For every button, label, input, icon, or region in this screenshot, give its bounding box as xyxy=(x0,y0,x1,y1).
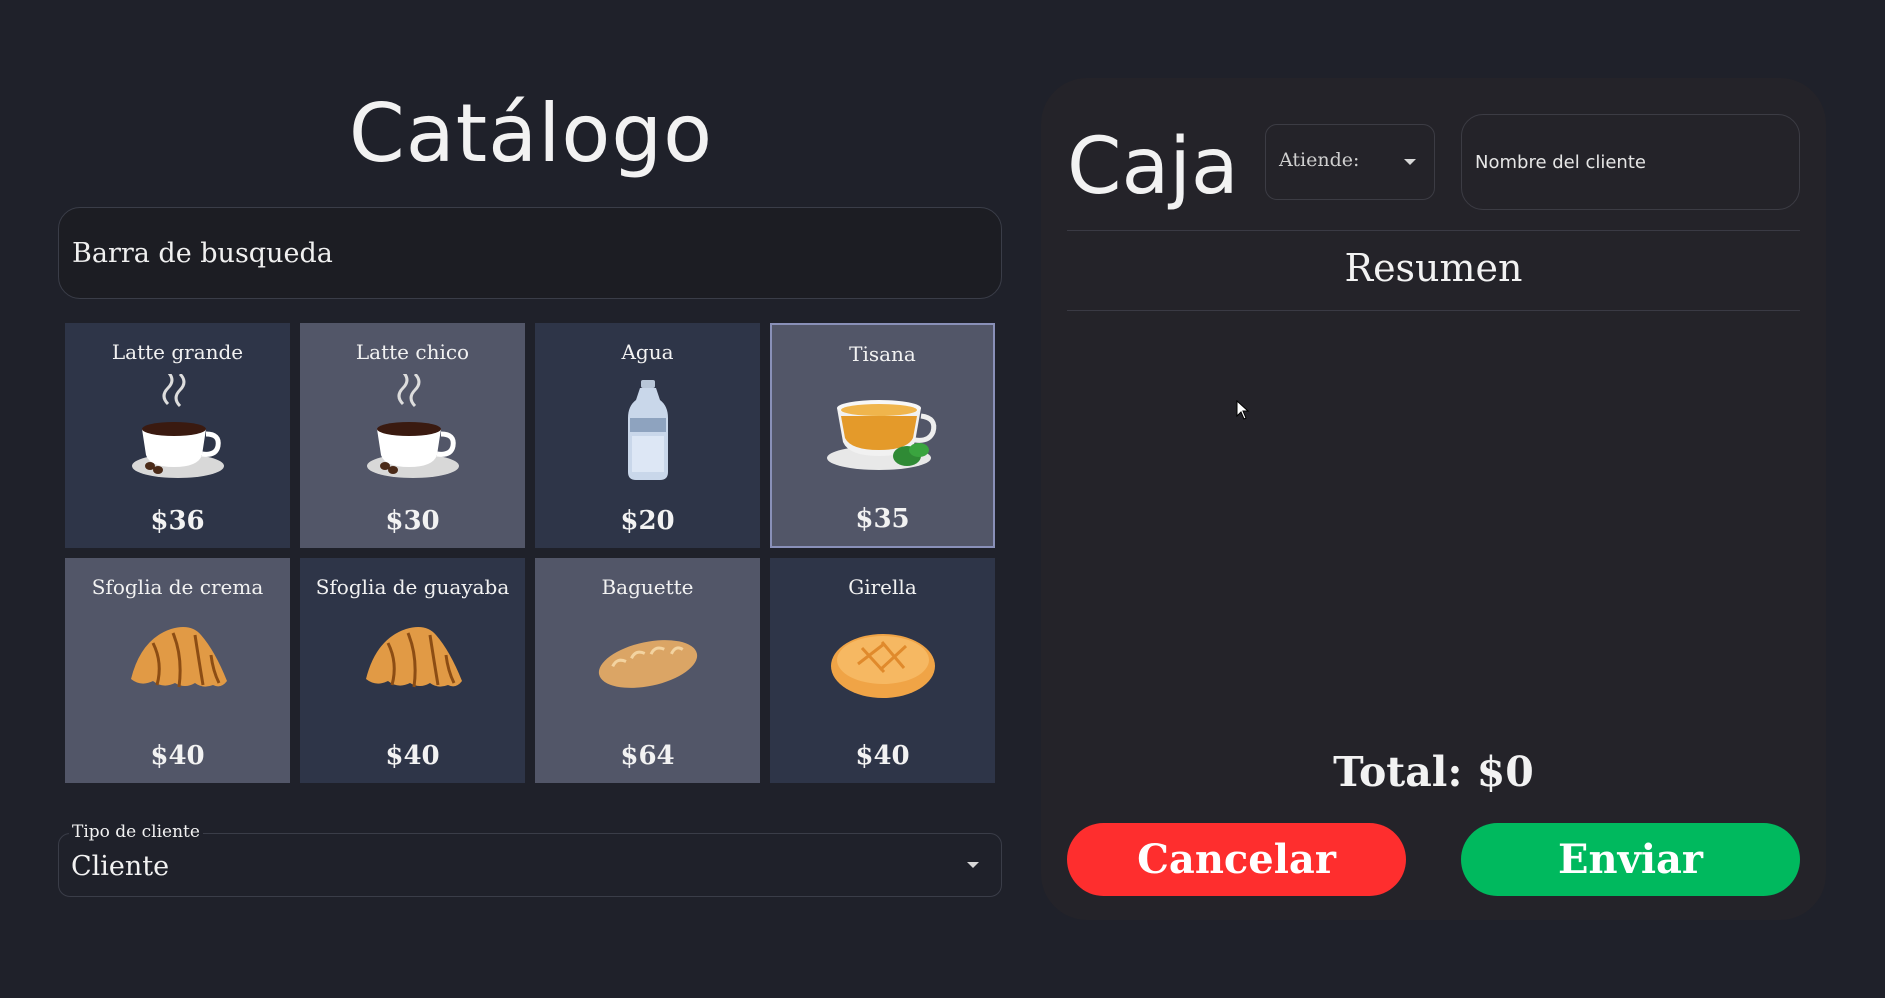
product-name: Agua xyxy=(621,340,674,364)
cashier-title: Caja xyxy=(1067,122,1239,212)
product-card-latte-grande[interactable]: Latte grande $36 xyxy=(65,323,290,548)
attendant-label: Atiende: xyxy=(1279,149,1360,171)
croissant-icon xyxy=(348,604,478,724)
coffee-cup-icon xyxy=(348,369,478,489)
product-name: Sfoglia de crema xyxy=(91,575,264,599)
client-type-select[interactable]: Tipo de cliente Cliente xyxy=(58,822,1002,897)
catalog-title: Catálogo xyxy=(348,87,714,180)
croissant-icon xyxy=(113,604,243,724)
send-button[interactable]: Enviar xyxy=(1461,823,1800,896)
bread-roll-icon xyxy=(818,604,948,724)
product-card-girella[interactable]: Girella $40 xyxy=(770,558,995,783)
chevron-down-icon xyxy=(967,862,979,868)
product-name: Tisana xyxy=(849,342,916,366)
cancel-button[interactable]: Cancelar xyxy=(1067,823,1406,896)
product-price: $64 xyxy=(620,741,675,771)
product-price: $40 xyxy=(855,741,910,771)
client-type-value: Cliente xyxy=(71,851,170,882)
product-name: Girella xyxy=(848,575,917,599)
divider xyxy=(1067,230,1800,231)
summary-title: Resumen xyxy=(1344,246,1523,290)
order-total: Total: $0 xyxy=(1333,748,1534,796)
mouse-cursor-icon xyxy=(1236,399,1250,424)
order-summary-list xyxy=(1067,311,1800,731)
product-card-sfoglia-de-guayaba[interactable]: Sfoglia de guayaba $40 xyxy=(300,558,525,783)
chevron-down-icon xyxy=(1404,159,1416,165)
product-name: Latte grande xyxy=(111,340,244,364)
product-price: $40 xyxy=(150,741,205,771)
product-card-tisana[interactable]: Tisana $35 xyxy=(770,323,995,548)
product-grid: Latte grande $36 Latte chico $30 Agua $2… xyxy=(65,323,997,783)
product-name: Baguette xyxy=(601,575,694,599)
coffee-cup-icon xyxy=(113,369,243,489)
product-price: $20 xyxy=(620,506,675,536)
product-price: $36 xyxy=(150,506,205,536)
product-price: $35 xyxy=(855,504,910,534)
client-name-input[interactable]: Nombre del cliente xyxy=(1461,114,1800,210)
product-card-baguette[interactable]: Baguette $64 xyxy=(535,558,760,783)
product-card-sfoglia-de-crema[interactable]: Sfoglia de crema $40 xyxy=(65,558,290,783)
product-price: $40 xyxy=(385,741,440,771)
product-price: $30 xyxy=(385,506,440,536)
product-name: Latte chico xyxy=(355,340,470,364)
product-card-latte-chico[interactable]: Latte chico $30 xyxy=(300,323,525,548)
attendant-select[interactable]: Atiende: xyxy=(1265,124,1435,200)
baguette-icon xyxy=(583,604,713,724)
client-type-label: Tipo de cliente xyxy=(69,822,203,842)
product-card-agua[interactable]: Agua $20 xyxy=(535,323,760,548)
cashier-panel: Caja Atiende: Nombre del cliente Resumen… xyxy=(1041,78,1826,920)
tea-cup-icon xyxy=(818,371,948,491)
product-name: Sfoglia de guayaba xyxy=(315,575,510,599)
search-input[interactable]: Barra de busqueda xyxy=(58,207,1002,299)
water-bottle-icon xyxy=(583,369,713,489)
